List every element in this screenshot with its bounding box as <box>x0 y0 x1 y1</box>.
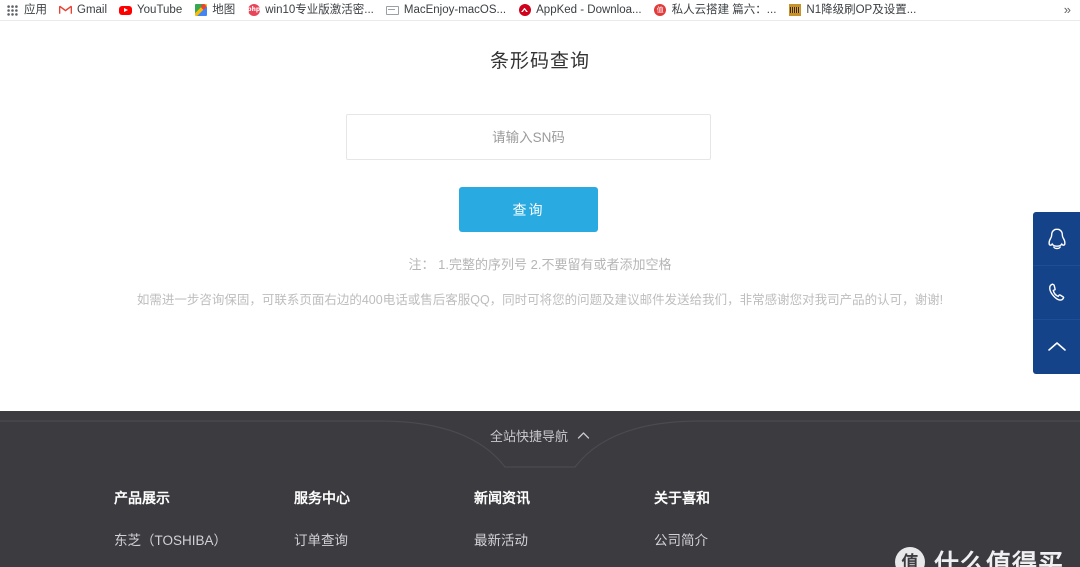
smzdm-badge-icon: 值 <box>894 547 925 567</box>
site-footer: 全站快捷导航 产品展示 东芝（TOSHIBA） 雷克沙（Lexar） 紫光西部数… <box>0 411 1080 567</box>
bookmark-n1[interactable]: N1降级刷OP及设置... <box>782 1 922 19</box>
smzdm-watermark: 值 什么值得买 <box>894 544 1064 567</box>
n1-box-icon <box>788 4 801 17</box>
phone-service-button[interactable] <box>1033 266 1080 320</box>
support-help-text: 如需进一步咨询保固，可联系页面右边的400电话或售后客服QQ，同时可将您的问题及… <box>136 293 944 307</box>
bookmark-label: YouTube <box>137 4 183 16</box>
page-title: 条形码查询 <box>489 51 590 72</box>
bookmark-gmail[interactable]: Gmail <box>53 1 113 19</box>
bookmark-maps[interactable]: 地图 <box>188 1 241 19</box>
smzdm-watermark-text: 什么值得买 <box>933 550 1064 567</box>
appked-icon <box>518 4 531 17</box>
bookmarks-overflow-button[interactable]: » <box>1061 2 1074 17</box>
bookmark-youtube[interactable]: YouTube <box>113 1 188 19</box>
bookmark-label: N1降级刷OP及设置... <box>806 4 917 16</box>
bookmark-label: 应用 <box>24 4 47 16</box>
floating-side-widget <box>1033 212 1080 374</box>
youtube-icon <box>119 4 133 17</box>
smzdm-icon: 值 <box>654 4 667 17</box>
php-site-icon: php <box>247 4 260 17</box>
footer-column-products: 产品展示 东芝（TOSHIBA） 雷克沙（Lexar） 紫光西部数据 <box>114 488 294 567</box>
input-note-text: 注： 1.完整的序列号 2.不要留有或者添加空格 <box>408 257 672 272</box>
footer-link[interactable]: 订单查询 <box>294 529 474 549</box>
footer-column-about: 关于喜和 公司简介 发展历程 合作客户 <box>654 488 834 567</box>
footer-nav-toggle-label: 全站快捷导航 <box>489 428 568 444</box>
bookmark-macenjoy[interactable]: MacEnjoy-macOS... <box>380 1 512 19</box>
footer-nav-toggle[interactable]: 全站快捷导航 <box>0 413 1080 457</box>
sn-code-input[interactable] <box>346 114 711 160</box>
gmail-icon <box>59 4 72 17</box>
apps-grid-icon <box>6 4 19 17</box>
bookmark-label: win10专业版激活密... <box>265 4 374 16</box>
footer-column-title: 服务中心 <box>294 490 350 506</box>
bookmark-win10[interactable]: php win10专业版激活密... <box>241 1 380 19</box>
footer-link[interactable]: 东芝（TOSHIBA） <box>114 529 294 549</box>
bookmark-label: Gmail <box>77 4 108 16</box>
qq-icon <box>1046 227 1068 251</box>
qq-service-button[interactable] <box>1033 212 1080 266</box>
bookmark-label: AppKed - Downloa... <box>536 4 642 16</box>
bookmark-apps[interactable]: 应用 <box>0 1 53 19</box>
footer-link[interactable]: 最新活动 <box>474 529 654 549</box>
chevron-up-icon <box>577 428 590 443</box>
footer-link[interactable]: 公司简介 <box>654 529 834 549</box>
document-icon <box>385 4 399 17</box>
browser-bookmarks-bar: 应用 Gmail YouTube 地图 php win10专业版激活密... M… <box>0 0 1080 21</box>
bookmark-label: 地图 <box>212 4 236 16</box>
footer-column-news: 新闻资讯 最新活动 行业新闻 产品评测 <box>474 488 654 567</box>
query-submit-button[interactable]: 查询 <box>459 187 598 232</box>
google-maps-icon <box>194 4 207 17</box>
page-content: 条形码查询 查询 注： 1.完整的序列号 2.不要留有或者添加空格 如需进一步咨… <box>0 21 1080 567</box>
footer-column-title: 关于喜和 <box>654 490 710 506</box>
bookmark-appked[interactable]: AppKed - Downloa... <box>512 1 647 19</box>
footer-column-service: 服务中心 订单查询 保固查询 积分系统 <box>294 488 474 567</box>
bookmark-label: MacEnjoy-macOS... <box>403 4 507 16</box>
bookmark-label: 私人云搭建 篇六：... <box>671 4 777 16</box>
back-to-top-icon <box>1046 339 1068 355</box>
bookmark-private-cloud[interactable]: 值 私人云搭建 篇六：... <box>648 1 783 19</box>
footer-column-title: 新闻资讯 <box>474 490 530 506</box>
phone-icon <box>1045 281 1069 305</box>
back-to-top-button[interactable] <box>1033 320 1080 374</box>
footer-column-title: 产品展示 <box>114 490 170 506</box>
